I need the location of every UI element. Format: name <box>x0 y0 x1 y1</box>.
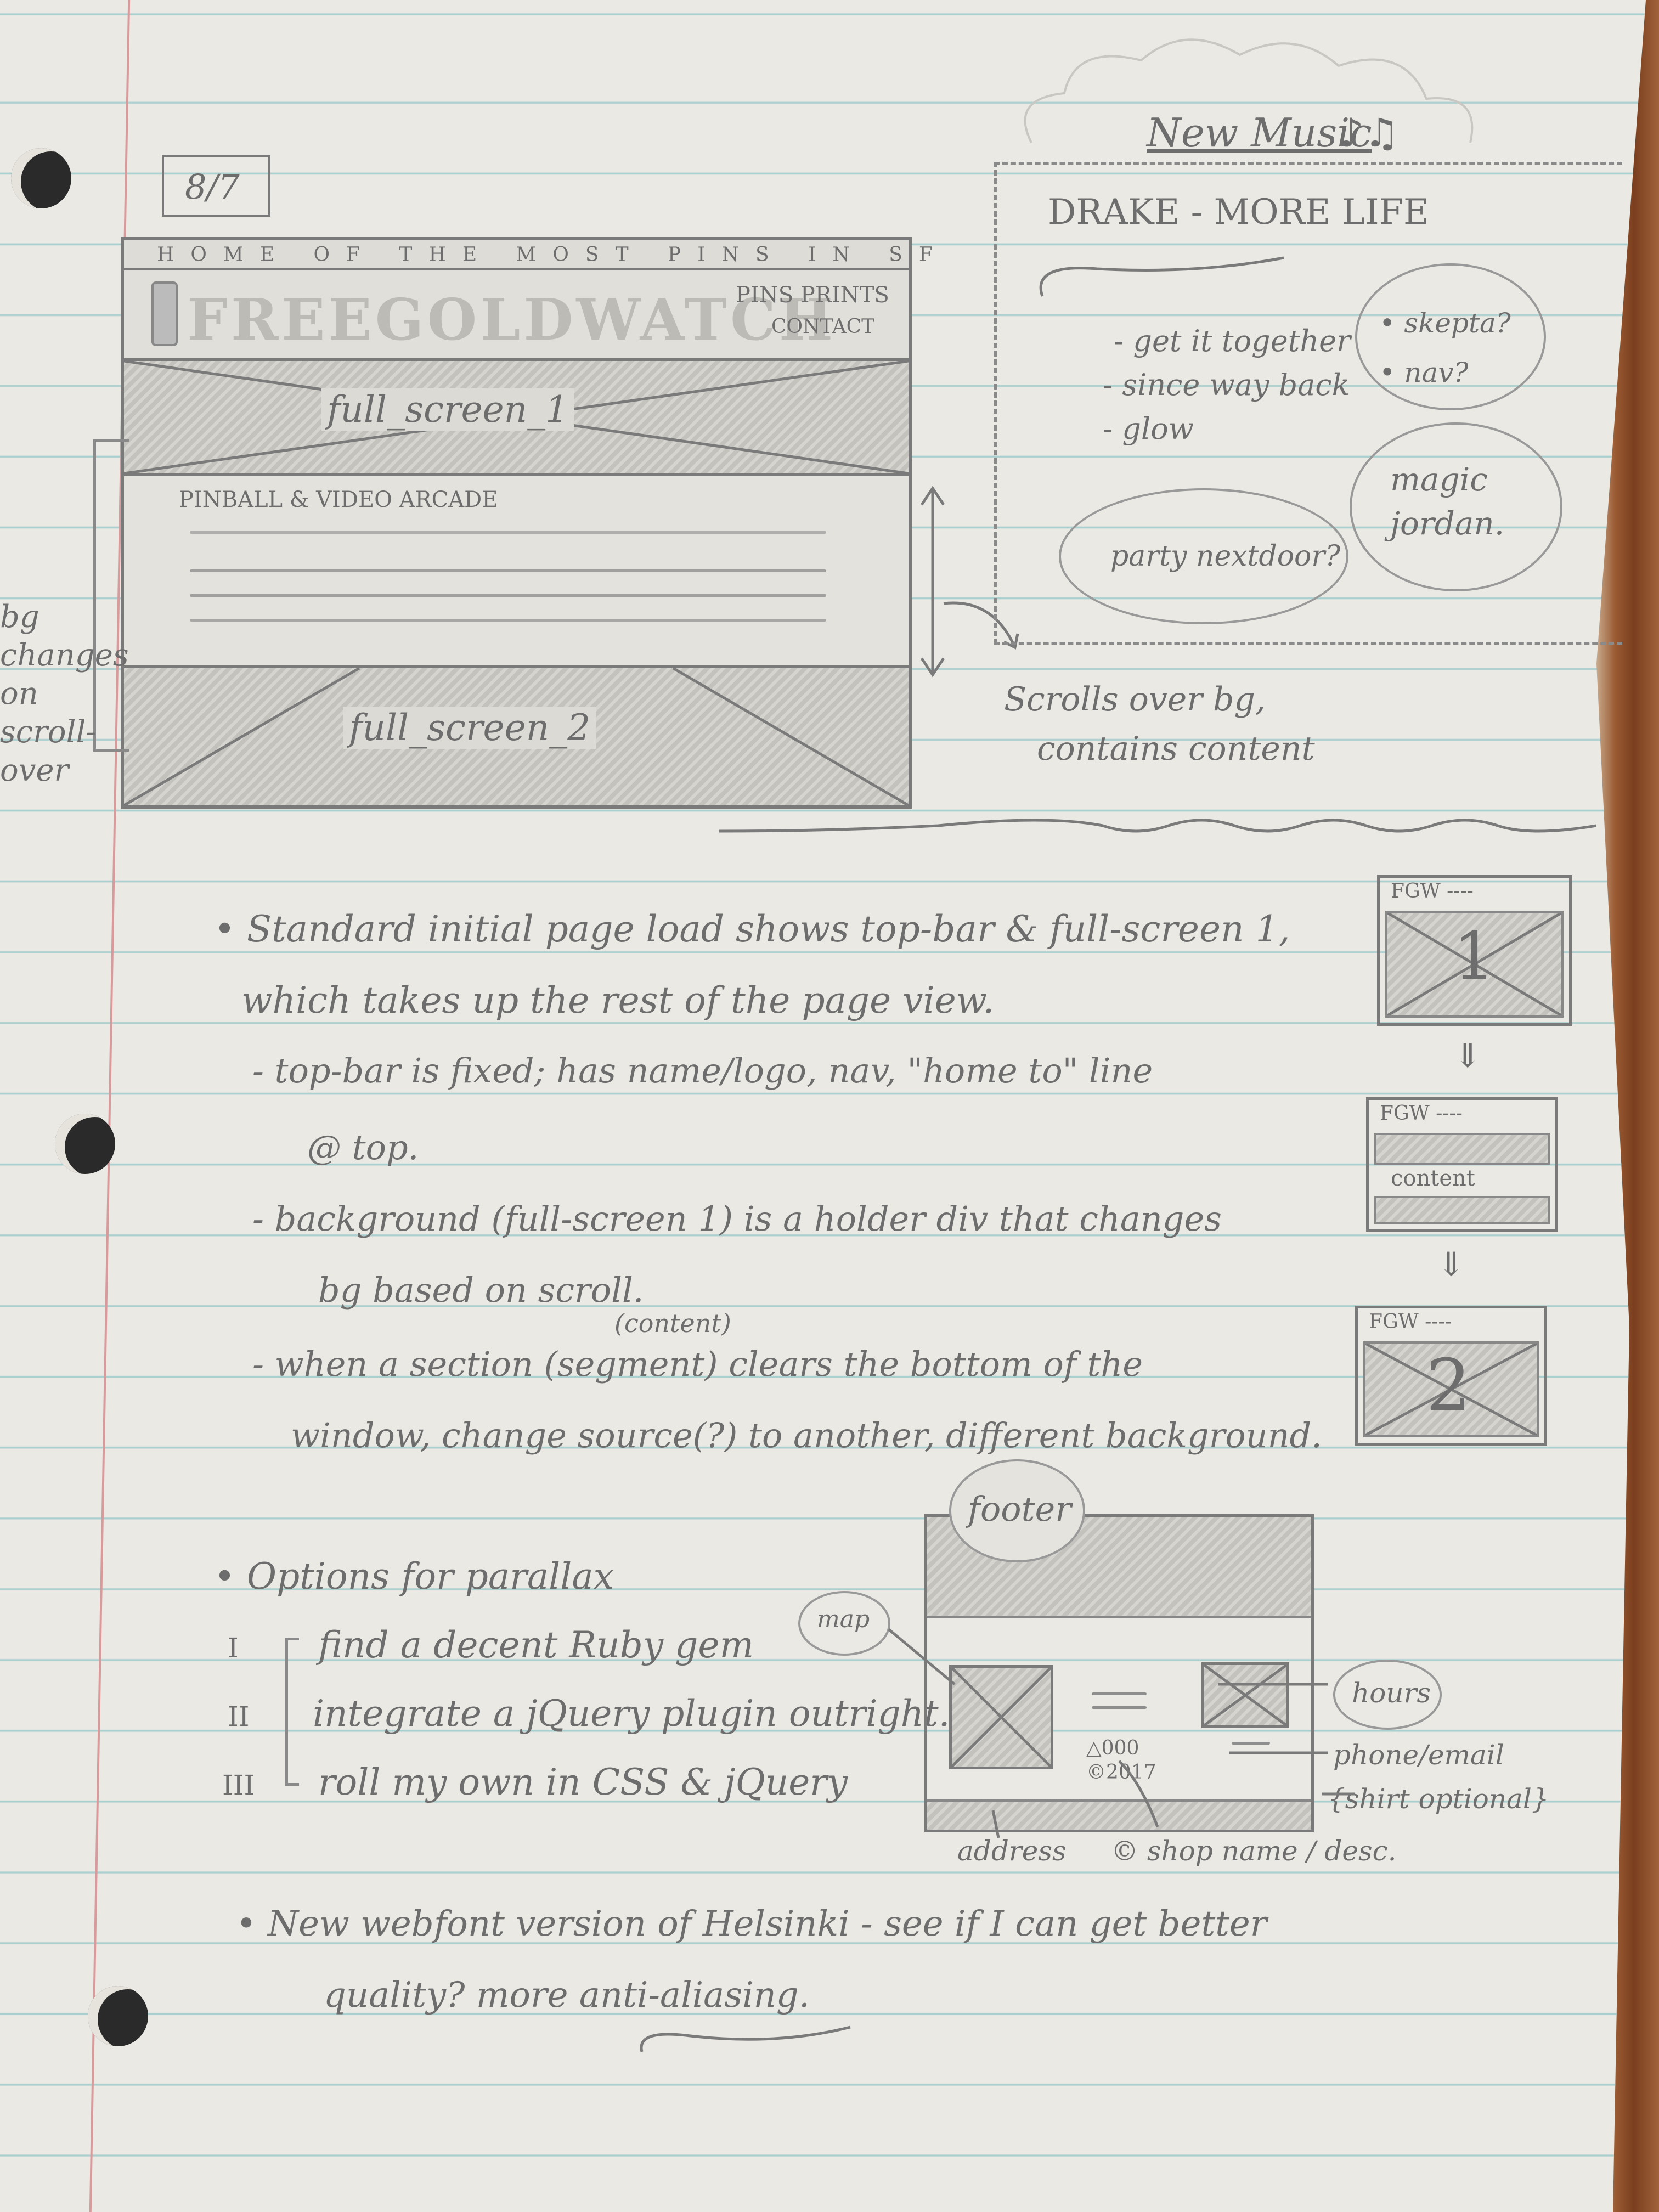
thumb-label: 1 <box>1453 918 1496 995</box>
watch-logo-icon <box>151 281 178 346</box>
music-track: DRAKE - MORE LIFE <box>1048 192 1429 233</box>
map-label: map <box>817 1605 870 1633</box>
note-b3-line2: quality? more anti-aliasing. <box>324 1975 810 2016</box>
fullscreen-2-section: full_screen_2 <box>124 668 909 805</box>
fullscreen-2-label: full_screen_2 <box>343 707 596 749</box>
thumb-label: 2 <box>1426 1344 1471 1427</box>
binder-hole-middle <box>55 1114 115 1174</box>
bg-note-line: bg <box>0 599 40 635</box>
note-b3-line1: • New webfont version of Helsinki - see … <box>236 1904 1267 1944</box>
bg-note-line: scroll- <box>0 714 97 750</box>
nav-contact: CONTACT <box>771 315 875 338</box>
footer-title-bubble: footer <box>949 1459 1085 1562</box>
thumb-hatch: 2 <box>1363 1341 1539 1437</box>
nav-pins-prints: PINS PRINTS <box>736 283 889 308</box>
music-title: New Music <box>1147 110 1372 156</box>
binder-hole-bottom <box>88 1986 148 2046</box>
scroll-note-line2: contains content <box>1037 730 1315 768</box>
fullscreen-1-label: full_screen_1 <box>321 388 574 431</box>
option-text: roll my own in CSS & jQuery <box>318 1761 848 1803</box>
thumb-label: content <box>1391 1166 1475 1191</box>
thumb-hatch <box>1374 1133 1550 1165</box>
music-note-icon: ♪♫ <box>1339 110 1400 156</box>
track-underline-swoosh <box>1039 256 1284 297</box>
options-bracket <box>285 1638 299 1786</box>
music-item: - glow <box>1103 411 1194 446</box>
bubble-party-nextdoor-text: party nextdoor? <box>1110 540 1341 573</box>
page-number: 8/7 <box>185 167 240 207</box>
thumb-2: FGW ---- content <box>1366 1097 1558 1232</box>
note-b1-sub2-line2: bg based on scroll. <box>318 1270 644 1310</box>
option-number: II <box>228 1701 250 1733</box>
thumb-header: FGW ---- <box>1391 880 1474 902</box>
binder-hole-top <box>11 148 71 208</box>
page-number-box: 8/7 <box>162 155 270 217</box>
swoosh-underline <box>640 2025 851 2052</box>
music-item: - since way back <box>1103 368 1350 402</box>
footer-title: footer <box>968 1489 1071 1529</box>
wave-divider <box>719 819 1596 833</box>
option-text: integrate a jQuery plugin outright. <box>313 1692 950 1735</box>
option-number: I <box>228 1632 239 1664</box>
bubble-skepta: • skepta? • nav? <box>1355 263 1546 410</box>
arrow-down-icon: ⇓ <box>1454 1037 1482 1075</box>
content-section: PINBALL & VIDEO ARCADE <box>124 476 909 668</box>
content-text-line <box>190 569 826 572</box>
topbar-text: HOME OF THE MOST PINS IN SF <box>157 244 949 266</box>
fullscreen-1-section: full_screen_1 <box>124 361 909 476</box>
bubble-magic-jordan-text: magic jordan. <box>1390 461 1505 542</box>
note-b1-sub3-annotation: (content) <box>614 1308 731 1338</box>
note-b1-sub1-line2: @ top. <box>307 1127 419 1167</box>
content-text-line <box>190 619 826 622</box>
bubble-magic-jordan: magic jordan. <box>1350 422 1562 591</box>
bg-changes-note: bg changes on scroll- over <box>0 598 129 790</box>
thumb-3: FGW ---- 2 <box>1355 1306 1547 1446</box>
thumb-1: FGW ---- 1 <box>1377 875 1572 1026</box>
option-text: find a decent Ruby gem <box>318 1624 754 1666</box>
content-text-line <box>190 594 826 597</box>
thumb-header: FGW ---- <box>1369 1311 1452 1333</box>
note-b1-sub2-line1: - background (full-screen 1) is a holder… <box>252 1199 1222 1239</box>
content-text-line <box>190 531 826 534</box>
note-b1-sub1-line1: - top-bar is fixed; has name/logo, nav, … <box>252 1051 1153 1091</box>
content-heading: PINBALL & VIDEO ARCADE <box>179 487 498 512</box>
wireframe-header: FREEGOLDWATCH PINS PRINTS CONTACT <box>124 270 909 361</box>
footer-annotation-arrows <box>888 1628 1355 1838</box>
note-b1-line2: which takes up the rest of the page view… <box>241 979 995 1022</box>
bg-note-line: on <box>0 676 38 712</box>
option-number: III <box>222 1769 255 1801</box>
wireframe-sketch: HOME OF THE MOST PINS IN SF FREEGOLDWATC… <box>121 237 933 809</box>
note-b2-title: • Options for parallax <box>214 1555 614 1598</box>
thumb-hatch: 1 <box>1385 911 1564 1018</box>
thumb-hatch <box>1374 1196 1550 1224</box>
note-b1-line1: • Standard initial page load shows top-b… <box>214 908 1290 950</box>
bg-note-line: changes <box>0 637 129 673</box>
note-b1-sub3-line1: - when a section (segment) clears the bo… <box>252 1344 1143 1384</box>
thumb-header: FGW ---- <box>1380 1102 1463 1125</box>
bg-note-line: over <box>0 753 69 788</box>
note-b1-sub3-line2: window, change source(?) to another, dif… <box>291 1415 1322 1455</box>
bubble-party-nextdoor: party nextdoor? <box>1059 488 1348 624</box>
scroll-note-line1: Scrolls over bg, <box>1004 680 1266 719</box>
bubble-skepta-text: • skepta? • nav? <box>1379 307 1511 388</box>
music-item: - get it together <box>1114 324 1351 358</box>
wireframe-topbar: HOME OF THE MOST PINS IN SF <box>124 240 933 270</box>
arrow-down-icon: ⇓ <box>1437 1245 1465 1284</box>
